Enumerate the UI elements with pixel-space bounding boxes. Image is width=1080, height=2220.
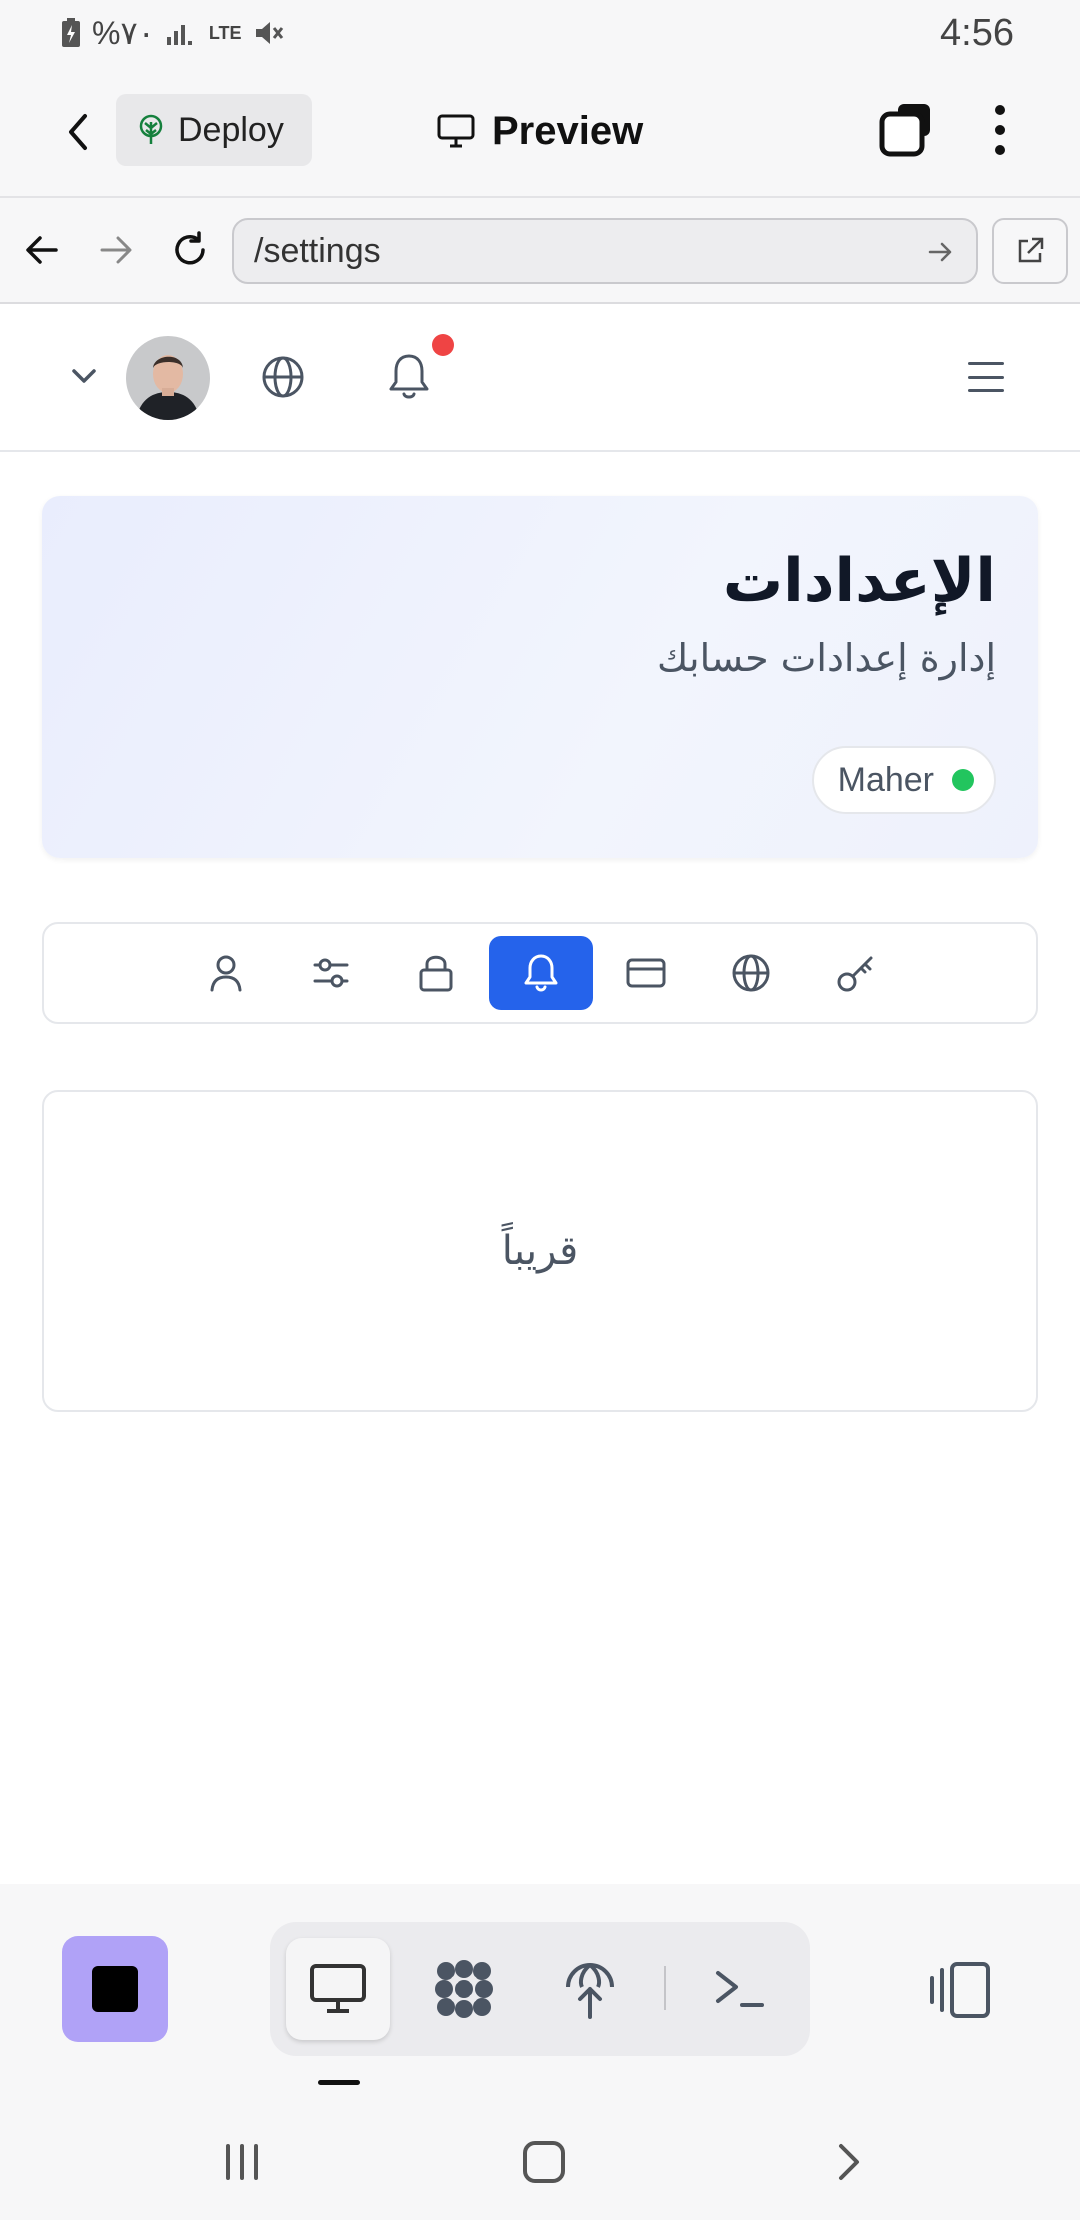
stop-icon	[92, 1966, 138, 2012]
chevron-down-icon[interactable]	[64, 356, 104, 396]
status-bar: %٧٠ LTE 4:56	[0, 0, 1080, 66]
back-button[interactable]	[48, 102, 108, 162]
battery-charging-icon	[62, 18, 80, 47]
notification-dot	[432, 334, 454, 356]
tabs-icon	[879, 104, 930, 157]
tabs-button[interactable]	[876, 100, 936, 160]
user-status-badge: Maher	[811, 746, 996, 814]
bell-icon	[524, 954, 558, 992]
user-icon	[210, 955, 242, 992]
open-external-button[interactable]	[992, 218, 1068, 284]
url-text: /settings	[254, 231, 381, 270]
page-subtitle: إدارة إعدادات حسابك	[656, 636, 996, 680]
arrow-right-icon	[100, 236, 132, 264]
browser-bar: /settings	[0, 198, 1080, 304]
battery-percent: %٧٠	[92, 15, 155, 51]
mode-terminal[interactable]	[688, 1938, 792, 2040]
dot	[995, 125, 1005, 135]
page-title: الإعدادات	[722, 546, 996, 616]
recent-apps-button[interactable]	[212, 2132, 272, 2192]
mute-icon	[255, 22, 283, 44]
deploy-label: Deploy	[178, 110, 284, 149]
network-type: LTE	[208, 22, 242, 43]
menu-line	[968, 375, 1004, 379]
lock-icon	[419, 955, 453, 992]
home-button[interactable]	[514, 2132, 574, 2192]
reload-icon	[175, 231, 205, 265]
chevron-right-icon	[839, 2144, 859, 2180]
sliders-icon	[313, 958, 349, 988]
arrow-left-icon	[26, 236, 58, 264]
dot	[995, 145, 1005, 155]
active-mode-indicator	[318, 2080, 360, 2085]
more-options-button[interactable]	[976, 100, 1024, 160]
mode-preview[interactable]	[286, 1938, 390, 2040]
deploy-button[interactable]: Deploy	[116, 94, 312, 166]
chevron-left-icon	[69, 114, 87, 150]
globe-icon[interactable]	[260, 354, 306, 400]
grid-icon	[435, 1960, 493, 2018]
deploy-tree-icon	[139, 114, 163, 144]
tab-profile[interactable]	[174, 936, 278, 1010]
clock: 4:56	[940, 12, 1014, 54]
reload-button[interactable]	[162, 222, 218, 278]
signal-icon	[166, 25, 192, 45]
tab-content-panel: قريباً	[42, 1090, 1038, 1412]
status-indicators: %٧٠ LTE	[60, 10, 284, 56]
stop-button[interactable]	[62, 1936, 168, 2042]
menu-line	[968, 389, 1004, 392]
app-screen: %٧٠ LTE 4:56 Deploy Preview /settings ال…	[0, 0, 1080, 2220]
preview-label: Preview	[492, 108, 644, 153]
key-icon	[837, 956, 873, 992]
preview-title: Preview	[436, 96, 643, 166]
monitor-icon	[437, 114, 475, 148]
globe-icon	[732, 954, 770, 992]
credit-card-icon	[626, 958, 666, 988]
user-name: Maher	[837, 760, 934, 799]
monitor-icon	[310, 1964, 366, 2013]
settings-header-card: الإعدادات إدارة إعدادات حسابك Maher	[42, 496, 1038, 858]
deploy-icon	[566, 1963, 614, 2019]
avatar-photo	[126, 336, 210, 420]
side-panel-icon[interactable]	[926, 1958, 996, 2022]
app-header: Deploy Preview	[0, 66, 1080, 198]
divider	[664, 1966, 666, 2010]
go-arrow-icon[interactable]	[920, 232, 960, 272]
system-navigation	[0, 2110, 1080, 2220]
url-input[interactable]: /settings	[232, 218, 978, 284]
mode-deploy[interactable]	[538, 1938, 642, 2040]
dot	[995, 105, 1005, 115]
browser-back-button[interactable]	[14, 222, 70, 278]
settings-tabs	[42, 922, 1038, 1024]
terminal-icon	[716, 1971, 764, 2007]
menu-icon[interactable]	[968, 362, 1004, 392]
tab-security[interactable]	[384, 936, 488, 1010]
coming-soon-text: قريباً	[501, 1228, 579, 1274]
bell-icon[interactable]	[386, 352, 432, 402]
view-mode-switcher	[270, 1922, 810, 2056]
tab-billing[interactable]	[594, 936, 698, 1010]
menu-line	[968, 362, 1004, 365]
home-icon	[523, 2141, 565, 2183]
browser-forward-button[interactable]	[88, 222, 144, 278]
mode-components[interactable]	[412, 1938, 516, 2040]
tab-language[interactable]	[699, 936, 803, 1010]
tab-api-keys[interactable]	[804, 936, 908, 1010]
external-link-icon	[1018, 237, 1044, 263]
tab-notifications[interactable]	[489, 936, 593, 1010]
system-back-button[interactable]	[818, 2132, 878, 2192]
online-status-dot	[952, 769, 974, 791]
recent-apps-icon	[226, 2144, 258, 2180]
site-navbar	[0, 304, 1080, 452]
avatar[interactable]	[126, 336, 210, 420]
tab-preferences[interactable]	[279, 936, 383, 1010]
